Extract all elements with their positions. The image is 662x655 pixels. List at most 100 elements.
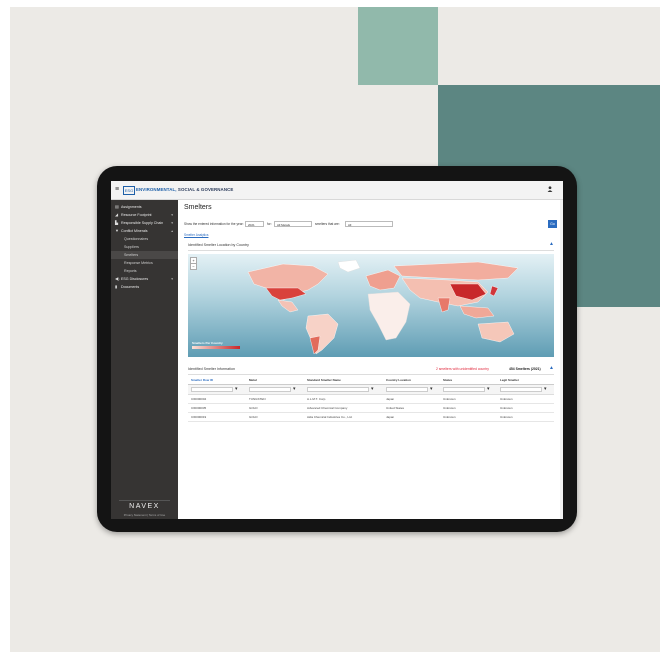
unidentified-country-link[interactable]: 2 smelters with unidentified country [436,367,489,371]
esg-logo: ESG [123,186,135,195]
table-cell: GOLD [249,406,258,410]
japan-shape [489,285,499,297]
filter-input[interactable] [249,387,291,392]
southeast-asia-shape [459,305,495,319]
russia-shape [393,261,519,281]
zoom-out-button[interactable]: − [190,263,197,270]
main-scrollbar[interactable] [560,200,563,519]
sidebar-item-label: Documents [121,285,140,289]
table-cell: A.L.M.T. Corp. [307,397,327,401]
filter-input[interactable] [500,387,542,392]
table-cell: CID000019 [191,415,207,419]
map-legend-title: Smelters Per Country [192,341,223,345]
mexico-shape [277,299,299,313]
column-header[interactable]: Status [443,378,452,382]
filter-row: Show the entered information for the yea… [184,220,557,230]
collapse-table-icon[interactable]: ▲ [549,365,554,371]
metals-select[interactable]: All Metals [274,221,312,227]
info-section-divider [188,374,554,375]
filter-icon[interactable]: ▾ [487,386,490,392]
table-row[interactable]: CID000004 TUNGSTEN A.L.M.T. Corp. Japan … [188,395,554,404]
africa-shape [367,291,411,341]
filter-icon[interactable]: ▾ [235,386,238,392]
column-header[interactable]: Metal [249,378,257,382]
page-title: Smelters [184,204,212,211]
table-row[interactable]: CID000019 GOLD Aida Chemical Industries … [188,413,554,422]
sidebar-item-resource-footprint[interactable]: ◢ Resource Footprint ▾ [111,211,178,219]
info-section-title: Identified Smelter Information [188,367,235,371]
map-section-title: Identified Smelter Location by Country [188,243,249,247]
world-map[interactable]: + − Smelters Per Country [188,254,554,357]
table-cell: Unknown [500,415,513,419]
table-cell: GOLD [249,415,258,419]
table-cell: CID000004 [191,397,207,401]
sidebar-item-questionnaires[interactable]: Questionnaires [111,235,178,243]
filter-icon[interactable]: ▾ [293,386,296,392]
sidebar-item-label: ESG Disclosures [121,277,149,281]
table-cell: United States [386,406,405,410]
sidebar-item-label: Responsible Supply Chain [121,221,164,225]
footer-links[interactable]: Privacy Statement | Terms of Use [111,513,178,517]
sidebar-item-label: Response Metrics [124,261,153,265]
table-cell: Aida Chemical Industries Co., Ltd. [307,415,353,419]
navex-logo: NAVEX [129,503,160,510]
filter-input[interactable] [307,387,369,392]
table-cell: Advanced Chemical Company [307,406,348,410]
column-header[interactable]: Standard Smelter Name [307,378,341,382]
table-cell: Unknown [443,406,456,410]
filter-input[interactable] [191,387,233,392]
app-title-highlight: ENVIRONMENTAL, [136,187,177,192]
smelter-analytics-link[interactable]: Smelter Analytics [184,233,208,237]
funnel-icon: ▼ [115,228,119,233]
sidebar-item-responsible-supply-chain[interactable]: ▙ Responsible Supply Chain ▾ [111,219,178,227]
column-header[interactable]: Legit Smelter [500,378,519,382]
sidebar-item-label: Assignments [121,205,142,209]
top-bar: ≡ ESG ENVIRONMENTAL, SOCIAL & GOVERNANCE [111,181,563,200]
go-button[interactable]: Go [548,220,557,228]
assignments-icon: ▤ [115,204,119,209]
collapse-map-icon[interactable]: ▲ [549,241,554,247]
app-screen: ≡ ESG ENVIRONMENTAL, SOCIAL & GOVERNANCE… [111,181,563,519]
table-row[interactable]: CID000035 GOLD Advanced Chemical Company… [188,404,554,413]
year-select[interactable]: 2021 [245,221,264,227]
filter-input[interactable] [443,387,485,392]
world-map-svg [247,259,519,355]
sidebar-item-conflict-minerals[interactable]: ▼ Conflict Minerals ▴ [111,227,178,235]
united-states-shape [265,287,307,301]
south-america-shape [305,313,339,355]
sidebar-item-smelters[interactable]: Smelters [111,251,178,259]
app-title: ENVIRONMENTAL, SOCIAL & GOVERNANCE [136,187,233,192]
table-cell: Unknown [443,397,456,401]
sidebar-item-documents[interactable]: ▮ Documents [111,283,178,291]
sidebar-item-response-metrics[interactable]: Response Metrics [111,259,178,267]
status-select[interactable]: All [345,221,393,227]
chevron-down-icon: ▾ [171,221,173,225]
sidebar-item-label: Suppliers [124,245,139,249]
greenland-shape [337,259,361,273]
filter-input[interactable] [386,387,428,392]
sidebar-item-esg-disclosures[interactable]: ◀) ESG Disclosures ▾ [111,275,178,283]
table-filter-row: ▾ ▾ ▾ ▾ ▾ ▾ [188,385,554,395]
filter-icon[interactable]: ▾ [371,386,374,392]
user-icon[interactable] [547,186,553,194]
decorative-square-light [358,7,438,85]
filter-label-status: smelters that are: [315,222,340,226]
table-cell: Japan [386,397,395,401]
map-legend-bar [192,346,240,349]
sidebar-item-label: Resource Footprint [121,213,152,217]
filter-icon[interactable]: ▾ [544,386,547,392]
column-header[interactable]: Smelter Row ID [191,378,213,382]
chevron-down-icon: ▾ [171,213,173,217]
hamburger-menu-icon[interactable]: ≡ [115,186,119,194]
sidebar-item-reports[interactable]: Reports [111,267,178,275]
column-header[interactable]: Country Location [386,378,411,382]
filter-icon[interactable]: ▾ [430,386,433,392]
sidebar: ▤ Assignments ◢ Resource Footprint ▾ ▙ R… [111,200,178,519]
sidebar-item-assignments[interactable]: ▤ Assignments [111,203,178,211]
europe-shape [365,269,401,291]
map-section-divider [188,250,554,251]
chevron-down-icon: ▾ [171,277,173,281]
filter-label-year: Show the entered information for the yea… [184,222,244,226]
sidebar-item-suppliers[interactable]: Suppliers [111,243,178,251]
document-icon: ▮ [115,284,118,289]
